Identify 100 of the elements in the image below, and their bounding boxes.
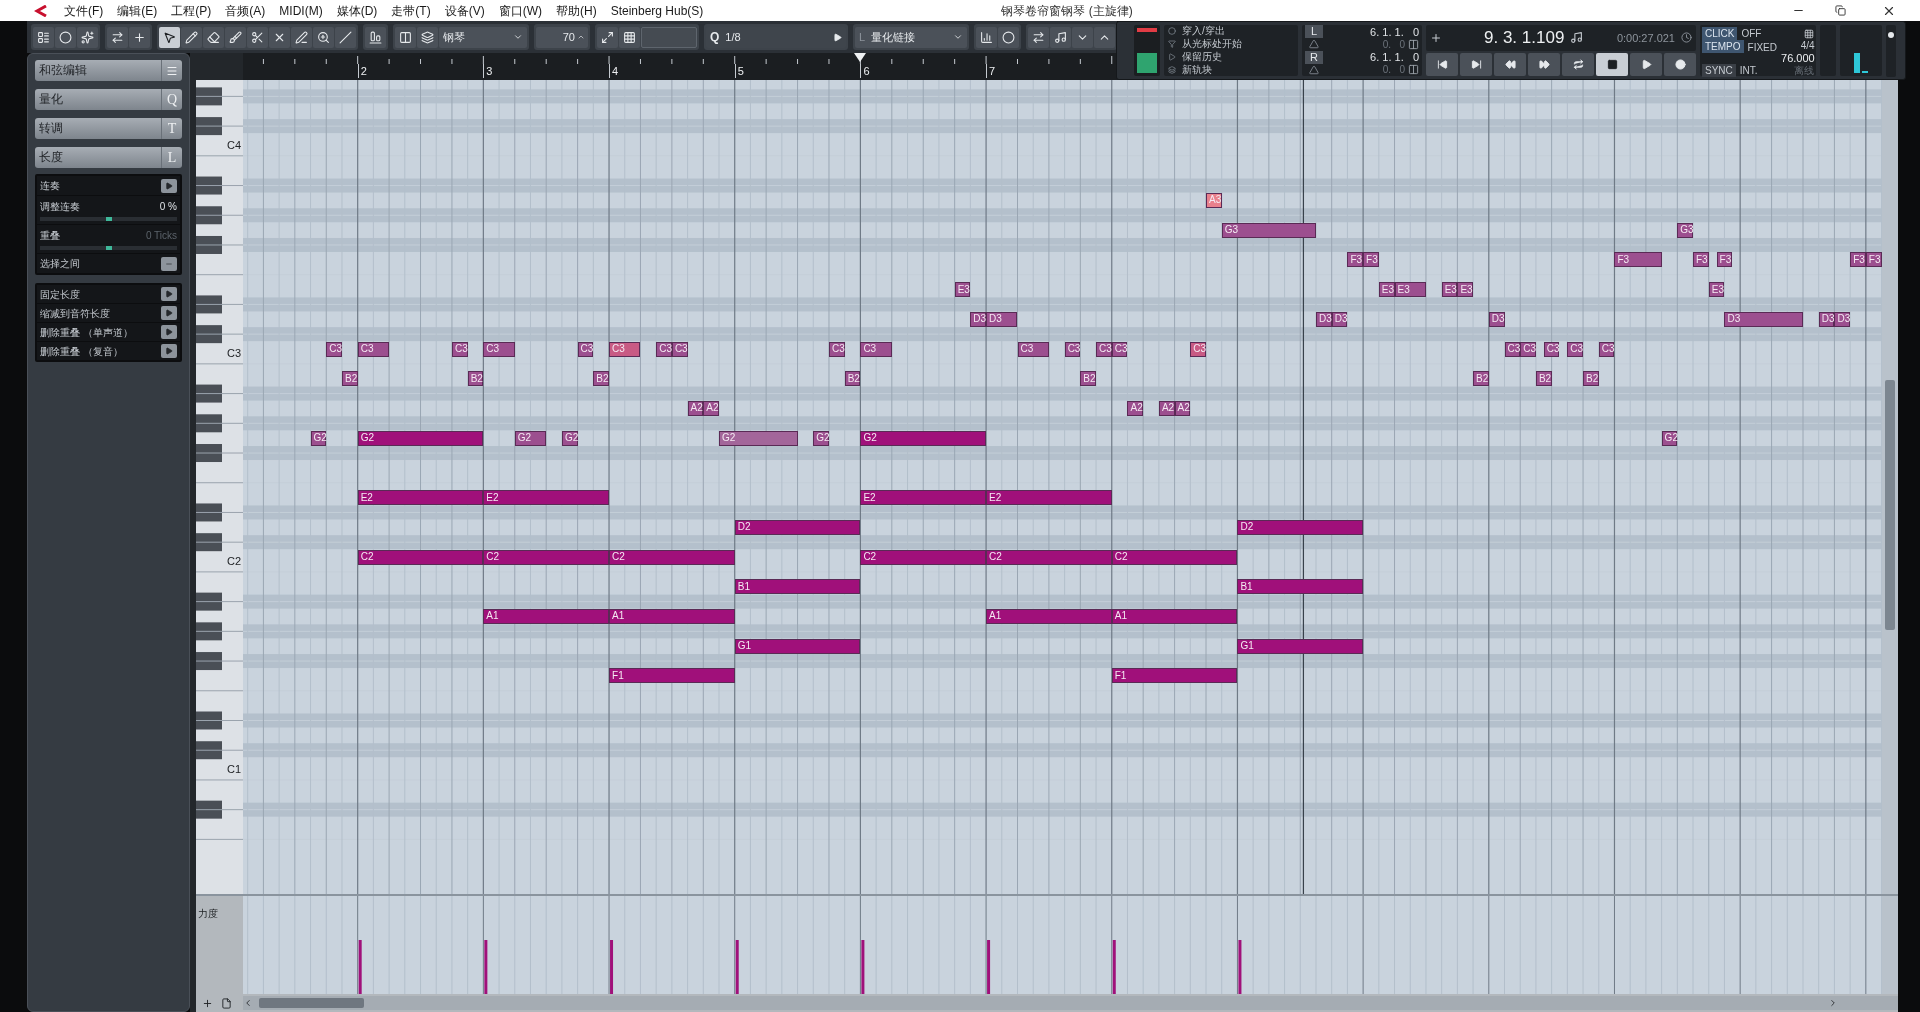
auto-scroll-button[interactable] [107,26,128,48]
pen-tool-button[interactable] [291,26,312,48]
go-to-start-button[interactable] [1426,52,1458,76]
vertical-scrollbar[interactable] [1882,80,1898,894]
apply-button[interactable] [161,287,177,301]
scrollbar-thumb[interactable] [1885,380,1895,630]
apply-button[interactable] [161,344,177,358]
scrollbar-thumb[interactable] [259,998,364,1008]
tool-value[interactable]: 0 % [159,199,177,214]
play-button[interactable] [1630,52,1662,76]
inspector-section-button[interactable]: 量化 Q [35,89,182,110]
volume-slider-thumb[interactable] [1888,31,1894,38]
cycle-button[interactable] [1562,52,1594,76]
transport-option[interactable]: 穿入/穿出 [1182,25,1225,38]
clock-icon[interactable] [1681,32,1692,44]
midi-note[interactable]: B2 [1583,371,1599,387]
menu-item[interactable]: 音频(A) [225,1,266,20]
slider-thumb[interactable] [105,217,112,221]
midi-note[interactable]: F1 [1111,668,1238,684]
transport-option[interactable]: 新轨块 [1182,63,1212,76]
midi-note[interactable]: B2 [593,371,610,387]
midi-note[interactable]: B2 [1473,371,1489,387]
sync-button[interactable]: SYNC [1702,64,1736,77]
plus-icon[interactable] [1430,31,1442,44]
apply-button[interactable] [161,178,177,193]
midi-note[interactable]: F3 [1693,252,1709,268]
menu-item[interactable]: 工程(P) [171,1,212,20]
inspector-section-button[interactable]: 和弦编辑 [35,60,182,81]
layers-button[interactable] [417,26,438,48]
apply-button[interactable] [161,325,177,339]
metronome-settings-icon[interactable] [1804,28,1814,39]
locator-position[interactable]: 6. 1. 1. 0 [1370,49,1419,66]
inspector-section-button[interactable]: 转调 T [35,118,182,139]
pointer-tool-button[interactable] [159,26,180,48]
menu-item[interactable]: 设备(V) [444,1,485,20]
menu-item[interactable]: 走带(T) [391,1,431,20]
mute-tool-button[interactable] [269,26,290,48]
menu-item[interactable]: 窗口(W) [498,1,542,20]
midi-note[interactable]: E2 [860,490,987,506]
tempo-button[interactable]: TEMPO [1702,40,1744,53]
transport-option[interactable]: 从光标处开始 [1182,38,1242,51]
bar-icon-button[interactable] [365,26,386,48]
velocity-field[interactable]: 70 [536,26,588,48]
locator-label[interactable]: L [1305,25,1323,39]
menu-item[interactable]: 编辑(E) [117,1,158,20]
add-lane-icon[interactable] [202,997,213,1009]
midi-note[interactable]: E2 [986,490,1112,506]
solo-button[interactable] [55,26,76,48]
go-to-end-button[interactable] [1460,52,1492,76]
quantize-link-dropdown[interactable]: L 量化链接 [855,26,967,48]
locator-label[interactable]: R [1305,50,1323,64]
midi-note[interactable]: F3 [1347,252,1364,268]
menu-item[interactable]: 文件(F) [64,1,104,20]
dropdown-button[interactable] [161,256,177,271]
menu-item[interactable]: 帮助(H) [556,1,597,20]
horizontal-scrollbar[interactable] [243,996,1898,1010]
midi-note[interactable]: E2 [483,490,610,506]
note-button[interactable] [1050,26,1071,48]
midi-note[interactable]: B1 [1237,579,1364,595]
note-icon[interactable] [1570,31,1584,45]
menu-item[interactable]: 媒体(D) [336,1,378,20]
midi-note[interactable]: F3 [1363,252,1379,268]
fast-forward-button[interactable] [1528,52,1560,76]
scissors-tool-button[interactable] [247,26,268,48]
midi-note[interactable]: B1 [734,579,861,595]
apply-button[interactable] [161,306,177,320]
dial-button[interactable] [998,26,1019,48]
chevron-right-icon[interactable] [1828,998,1838,1008]
midi-note[interactable]: B2 [1080,371,1097,387]
grid-button[interactable] [619,26,640,48]
columns-button[interactable] [395,26,416,48]
locator-position[interactable]: 6. 1. 1. 0 [1370,23,1419,40]
chart-button[interactable] [976,26,997,48]
midi-note[interactable]: E2 [357,490,484,506]
pencil-tool-button[interactable] [181,26,202,48]
menu-item[interactable]: MIDI(M) [279,1,323,20]
record-button[interactable] [1664,52,1696,76]
inspector-section-button[interactable]: 长度 L [35,147,182,168]
midi-note[interactable]: E3 [1457,282,1474,298]
rewind-button[interactable] [1494,52,1526,76]
chevron-left-icon[interactable] [243,998,253,1008]
note-up-button[interactable] [1094,26,1115,48]
zoom-tool-button[interactable] [313,26,334,48]
pause-icon[interactable] [1408,64,1419,76]
line-tool-button[interactable] [335,26,356,48]
eraser-tool-button[interactable] [203,26,224,48]
menu-item[interactable]: Steinberg Hub(S) [610,1,704,20]
note-down-button[interactable] [1072,26,1093,48]
step-input-button[interactable] [1028,26,1049,48]
lane-preset-icon[interactable] [221,997,232,1009]
restore-icon[interactable] [1835,5,1846,16]
stop-button[interactable] [1596,52,1628,76]
pause-icon[interactable] [1408,38,1419,50]
midi-note[interactable]: F3 [1850,252,1866,268]
midi-note[interactable]: E3 [1394,282,1426,298]
brush-tool-button[interactable] [225,26,246,48]
midi-note[interactable]: F3 [1614,252,1662,268]
midi-note[interactable]: F1 [609,668,735,684]
inspector-toggle-button[interactable] [33,26,54,48]
instrument-dropdown[interactable]: 钢琴 [439,26,527,48]
